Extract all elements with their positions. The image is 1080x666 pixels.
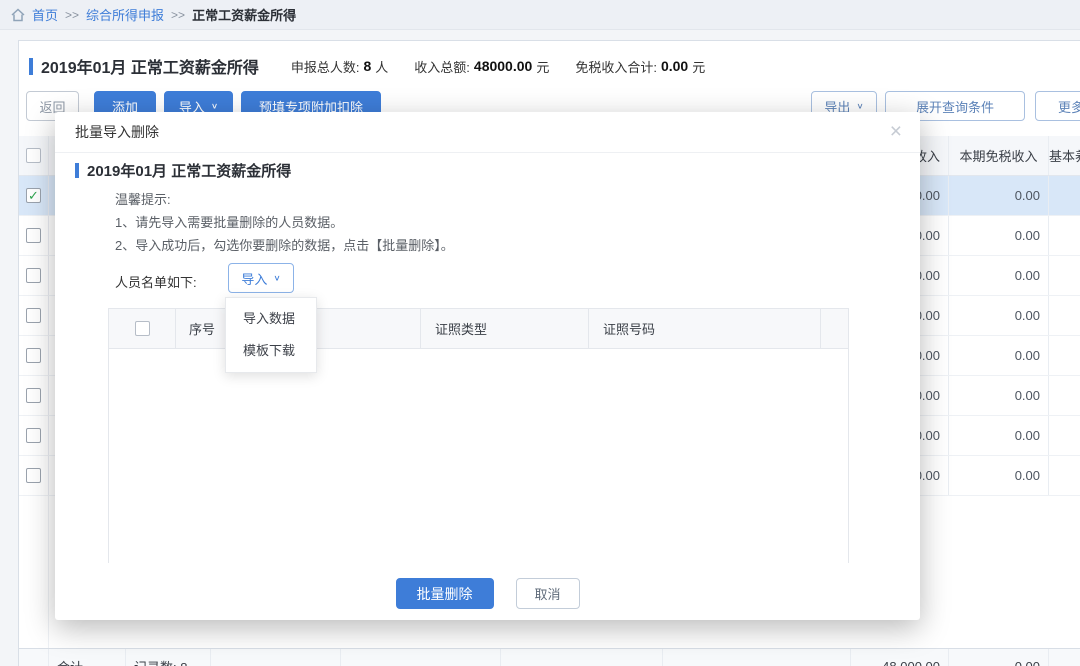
breadcrumb: 首页 >> 综合所得申报 >> 正常工资薪金所得 [0, 0, 1080, 30]
breadcrumb-level1[interactable]: 综合所得申报 [86, 5, 164, 24]
row-checkbox[interactable] [26, 428, 41, 443]
home-icon[interactable] [10, 7, 26, 23]
select-all-checkbox[interactable] [26, 148, 41, 163]
cell-taxfree: 0.00 [949, 456, 1049, 495]
breadcrumb-separator: >> [171, 8, 185, 22]
stat-value: 0.00 [661, 58, 688, 74]
stat-value: 48000.00 [474, 58, 532, 74]
close-icon[interactable]: × [890, 121, 902, 142]
footer-taxfree-total: 0.00 [949, 649, 1049, 666]
footer-income-total: 48,000.00 [851, 649, 949, 666]
row-checkbox[interactable] [26, 228, 41, 243]
chevron-down-icon: ∨ [211, 102, 218, 111]
dialog-tips: 温馨提示: 1、请先导入需要批量删除的人员数据。 2、导入成功后，勾选你要删除的… [115, 188, 454, 257]
menu-item-template-download[interactable]: 模板下载 [226, 335, 316, 367]
cell-taxfree: 0.00 [949, 256, 1049, 295]
batch-import-delete-dialog: 批量导入删除 × 2019年01月 正常工资薪金所得 温馨提示: 1、请先导入需… [55, 112, 920, 620]
row-checkbox[interactable] [26, 388, 41, 403]
tips-line-2: 2、导入成功后，勾选你要删除的数据，点击【批量删除】。 [115, 234, 454, 257]
row-checkbox[interactable] [26, 268, 41, 283]
col-header-taxfree: 本期免税收入 [949, 136, 1049, 175]
chevron-down-icon: ∨ [856, 102, 863, 111]
footer-total-label: 合计 [49, 649, 126, 666]
header-stats: 申报总人数: 8 人 收入总额: 48000.00 元 免税收入合计: 0.00… [291, 57, 731, 76]
dialog-section-title-text: 2019年01月 正常工资薪金所得 [87, 160, 291, 181]
col-header-seq: 序号 [176, 309, 229, 348]
tips-heading: 温馨提示: [115, 188, 454, 211]
dialog-actions: 批量删除 取消 [55, 578, 920, 609]
col-header-actions [821, 309, 850, 348]
cell-taxfree: 0.00 [949, 176, 1049, 215]
import-dropdown-menu: 导入数据 模板下载 [225, 297, 317, 373]
row-checkbox[interactable] [26, 468, 41, 483]
breadcrumb-separator: >> [65, 8, 79, 22]
stat-label: 收入总额: [414, 57, 470, 76]
cell-taxfree: 0.00 [949, 296, 1049, 335]
stat-label: 申报总人数: [291, 57, 360, 76]
title-accent-bar [75, 163, 79, 178]
table-footer-row: 合计 记录数: 8 48,000.00 0.00 [19, 648, 1080, 666]
stat-income: 收入总额: 48000.00 元 [414, 57, 549, 76]
row-checkbox[interactable] [26, 308, 41, 323]
menu-item-import-data[interactable]: 导入数据 [226, 303, 316, 335]
dialog-title: 批量导入删除 [55, 112, 920, 153]
select-all-checkbox[interactable] [135, 321, 150, 336]
screen: 首页 >> 综合所得申报 >> 正常工资薪金所得 2019年01月 正常工资薪金… [0, 0, 1080, 666]
more-button[interactable]: 更多 [1035, 91, 1080, 121]
stat-unit: 人 [375, 57, 388, 76]
modal-import-dropdown-button[interactable]: 导入 ∨ [228, 263, 294, 293]
cell-taxfree: 0.00 [949, 376, 1049, 415]
delete-list-table-header: 序号 证照类型 证照号码 [109, 309, 848, 349]
list-label: 人员名单如下: [115, 266, 197, 296]
stat-value: 8 [363, 58, 371, 74]
breadcrumb-current: 正常工资薪金所得 [192, 5, 296, 24]
col-header-id-type: 证照类型 [421, 309, 589, 348]
col-header-id-number: 证照号码 [589, 309, 821, 348]
breadcrumb-home[interactable]: 首页 [32, 5, 58, 24]
dialog-section-title: 2019年01月 正常工资薪金所得 [75, 160, 291, 181]
stat-people: 申报总人数: 8 人 [291, 57, 388, 76]
cell-taxfree: 0.00 [949, 336, 1049, 375]
tips-line-1: 1、请先导入需要批量删除的人员数据。 [115, 211, 454, 234]
title-accent-bar [29, 58, 33, 75]
col-header-basic: 基本养老保险费 [1049, 136, 1080, 175]
cell-taxfree: 0.00 [949, 216, 1049, 255]
delete-list-table: 序号 证照类型 证照号码 [108, 308, 849, 563]
footer-record-count: 记录数: 8 [126, 649, 211, 666]
delete-list-table-body [109, 349, 848, 563]
chevron-down-icon: ∨ [273, 274, 280, 283]
stat-unit: 元 [692, 57, 705, 76]
page-title: 2019年01月 正常工资薪金所得 [29, 54, 259, 78]
row-checkbox[interactable] [26, 348, 41, 363]
page-title-text: 2019年01月 正常工资薪金所得 [41, 54, 259, 78]
page-header: 2019年01月 正常工资薪金所得 申报总人数: 8 人 收入总额: 48000… [29, 54, 731, 78]
batch-delete-button[interactable]: 批量删除 [396, 578, 494, 609]
row-checkbox[interactable] [26, 188, 41, 203]
cancel-button[interactable]: 取消 [516, 578, 580, 609]
stat-unit: 元 [536, 57, 549, 76]
stat-taxfree: 免税收入合计: 0.00 元 [575, 57, 705, 76]
cell-taxfree: 0.00 [949, 416, 1049, 455]
stat-label: 免税收入合计: [575, 57, 657, 76]
